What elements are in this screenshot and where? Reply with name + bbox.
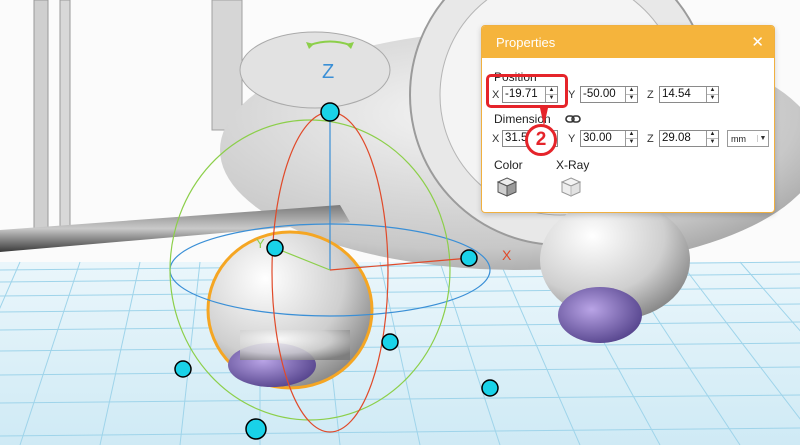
step-number-badge: 2	[525, 124, 557, 156]
callout-pointer	[540, 108, 548, 126]
